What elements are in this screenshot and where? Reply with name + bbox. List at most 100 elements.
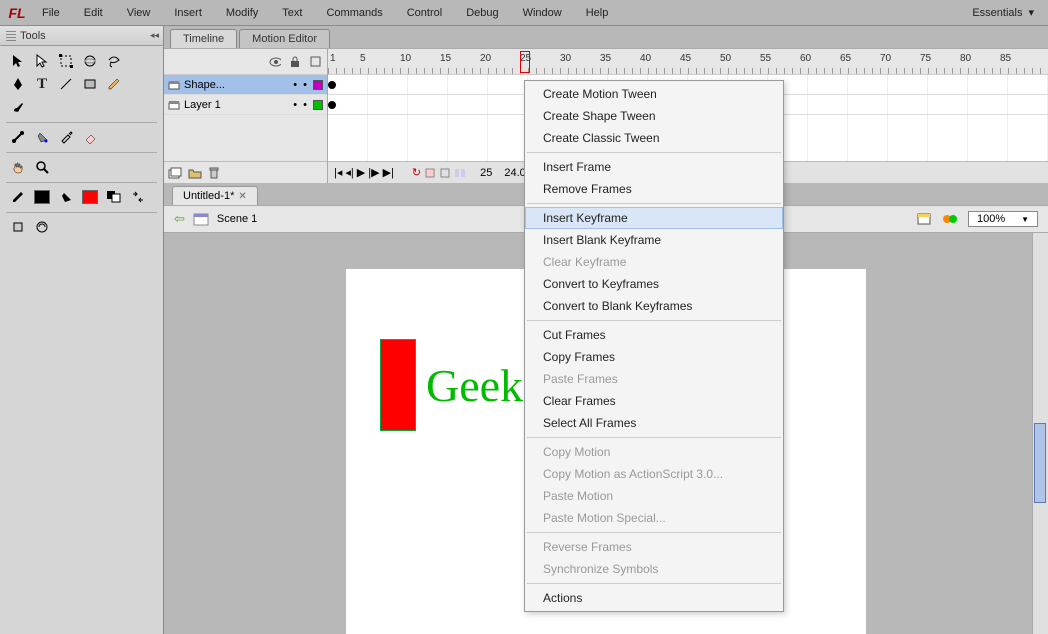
- tab-timeline[interactable]: Timeline: [170, 29, 237, 48]
- hand-tool[interactable]: [6, 156, 30, 178]
- tools-panel-header[interactable]: Tools ◂◂: [0, 26, 163, 46]
- collapse-icon[interactable]: ◂◂: [150, 30, 159, 41]
- zoom-value: 100%: [977, 213, 1005, 225]
- fill-color[interactable]: [54, 186, 78, 208]
- eraser-tool[interactable]: [78, 126, 102, 148]
- layer-icon: [168, 79, 180, 91]
- ctx-actions[interactable]: Actions: [525, 587, 783, 609]
- ruler-tick: 75: [920, 53, 931, 64]
- ctx-paste-frames: Paste Frames: [525, 368, 783, 390]
- snap-option[interactable]: [30, 216, 54, 238]
- scrollbar-thumb[interactable]: [1034, 423, 1046, 503]
- ctx-create-motion-tween[interactable]: Create Motion Tween: [525, 83, 783, 105]
- lock-icon[interactable]: [289, 56, 301, 68]
- menu-window[interactable]: Window: [511, 4, 574, 22]
- close-icon[interactable]: ✕: [238, 191, 246, 202]
- subselection-tool[interactable]: [30, 50, 54, 72]
- line-tool[interactable]: [54, 73, 78, 95]
- pencil-tool[interactable]: [102, 73, 126, 95]
- edit-symbols-icon[interactable]: [942, 212, 958, 226]
- step-back[interactable]: ◂|: [345, 166, 353, 179]
- edit-scene-icon[interactable]: [916, 212, 932, 226]
- menu-edit[interactable]: Edit: [72, 4, 115, 22]
- menu-view[interactable]: View: [115, 4, 163, 22]
- edit-multiple-frames[interactable]: [454, 167, 466, 179]
- snap-to-object[interactable]: [6, 216, 30, 238]
- layer-color-swatch[interactable]: [313, 80, 323, 90]
- stroke-color[interactable]: [6, 186, 30, 208]
- delete-layer-button[interactable]: [208, 167, 220, 179]
- layer-visibility-dot[interactable]: •: [293, 99, 297, 111]
- layer-shape[interactable]: Shape... • •: [164, 75, 327, 95]
- ctx-copy-frames[interactable]: Copy Frames: [525, 346, 783, 368]
- menu-text[interactable]: Text: [270, 4, 314, 22]
- onion-skin[interactable]: [424, 167, 436, 179]
- menu-control[interactable]: Control: [395, 4, 454, 22]
- keyframe-icon[interactable]: [328, 101, 336, 109]
- new-folder-button[interactable]: [188, 167, 202, 179]
- ctx-clear-frames[interactable]: Clear Frames: [525, 390, 783, 412]
- red-rectangle-shape[interactable]: [380, 339, 416, 431]
- ctx-convert-to-blank-keyframes[interactable]: Convert to Blank Keyframes: [525, 295, 783, 317]
- pen-tool[interactable]: [6, 73, 30, 95]
- fill-swatch[interactable]: [78, 186, 102, 208]
- paint-bucket-tool[interactable]: [30, 126, 54, 148]
- stroke-swatch[interactable]: [30, 186, 54, 208]
- zoom-dropdown[interactable]: 100% ▼: [968, 211, 1038, 227]
- ctx-insert-frame[interactable]: Insert Frame: [525, 156, 783, 178]
- keyframe-icon[interactable]: [328, 81, 336, 89]
- workspace-selector[interactable]: Essentials ▾: [962, 3, 1044, 22]
- ctx-select-all-frames[interactable]: Select All Frames: [525, 412, 783, 434]
- context-menu-separator: [527, 532, 781, 533]
- brush-tool[interactable]: [6, 96, 30, 118]
- text-tool[interactable]: T: [30, 73, 54, 95]
- layer-visibility-dot[interactable]: •: [293, 79, 297, 91]
- layer-lock-dot[interactable]: •: [303, 79, 307, 91]
- menu-file[interactable]: File: [30, 4, 72, 22]
- zoom-tool[interactable]: [30, 156, 54, 178]
- black-white-swatch[interactable]: [102, 186, 126, 208]
- ctx-create-classic-tween[interactable]: Create Classic Tween: [525, 127, 783, 149]
- goto-last-frame[interactable]: ▶|: [383, 166, 394, 179]
- free-transform-tool[interactable]: [54, 50, 78, 72]
- bone-tool[interactable]: [6, 126, 30, 148]
- swap-colors[interactable]: [126, 186, 150, 208]
- scene-label[interactable]: Scene 1: [217, 213, 257, 225]
- menu-debug[interactable]: Debug: [454, 4, 510, 22]
- ctx-cut-frames[interactable]: Cut Frames: [525, 324, 783, 346]
- menu-help[interactable]: Help: [574, 4, 621, 22]
- menu-insert[interactable]: Insert: [162, 4, 214, 22]
- ctx-create-shape-tween[interactable]: Create Shape Tween: [525, 105, 783, 127]
- ctx-convert-to-keyframes[interactable]: Convert to Keyframes: [525, 273, 783, 295]
- play-button[interactable]: ▶: [357, 166, 365, 179]
- ctx-insert-keyframe[interactable]: Insert Keyframe: [525, 207, 783, 229]
- step-forward[interactable]: |▶: [368, 166, 379, 179]
- loop-button[interactable]: ↻: [412, 166, 421, 179]
- document-tab[interactable]: Untitled-1* ✕: [172, 186, 258, 205]
- menu-modify[interactable]: Modify: [214, 4, 270, 22]
- back-arrow-icon[interactable]: ⇦: [174, 211, 185, 227]
- new-layer-button[interactable]: [168, 167, 182, 179]
- rectangle-tool[interactable]: [78, 73, 102, 95]
- goto-first-frame[interactable]: |◂: [334, 166, 342, 179]
- menu-commands[interactable]: Commands: [314, 4, 394, 22]
- chevron-down-icon: ▼: [1021, 215, 1029, 224]
- onion-skin-outlines[interactable]: [439, 167, 451, 179]
- 3d-rotation-tool[interactable]: [78, 50, 102, 72]
- ctx-remove-frames[interactable]: Remove Frames: [525, 178, 783, 200]
- tab-motion-editor[interactable]: Motion Editor: [239, 29, 330, 48]
- timeline-ruler[interactable]: 1510152025303540455055606570758085: [328, 49, 1048, 75]
- layer-layer1[interactable]: Layer 1 • •: [164, 95, 327, 115]
- layer-lock-dot[interactable]: •: [303, 99, 307, 111]
- outline-icon[interactable]: [309, 56, 321, 68]
- ctx-copy-motion-as-actionscript-3-0: Copy Motion as ActionScript 3.0...: [525, 463, 783, 485]
- layer-color-swatch[interactable]: [313, 100, 323, 110]
- vertical-scrollbar[interactable]: [1032, 233, 1048, 634]
- lasso-tool[interactable]: [102, 50, 126, 72]
- ctx-insert-blank-keyframe[interactable]: Insert Blank Keyframe: [525, 229, 783, 251]
- ctx-reverse-frames: Reverse Frames: [525, 536, 783, 558]
- eye-icon[interactable]: [269, 56, 281, 68]
- eyedropper-tool[interactable]: [54, 126, 78, 148]
- selection-tool[interactable]: [6, 50, 30, 72]
- playhead[interactable]: [520, 51, 530, 73]
